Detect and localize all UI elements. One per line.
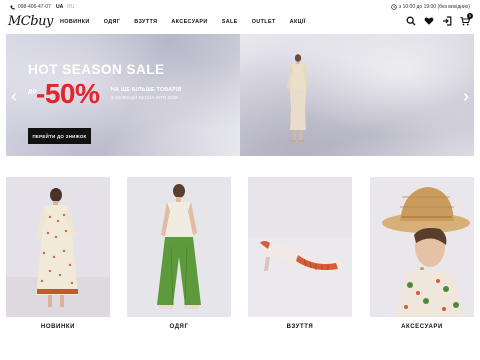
hero-subtitle: НА ЩЕ БІЛЬШЕ ТОВАРІВ <box>111 87 182 93</box>
category-image-new <box>6 177 110 317</box>
wishlist-button[interactable] <box>424 16 434 26</box>
utility-bar: 098-406-47-07 UA RU з 10:00 до 19:00 (бе… <box>0 0 480 13</box>
phone-contact[interactable]: 098-406-47-07 <box>10 4 51 10</box>
hero-right-panel <box>240 34 474 156</box>
cart-count-badge: 0 <box>467 13 473 19</box>
category-card-clothing[interactable]: ОДЯГ <box>127 177 231 337</box>
category-label-accessories: АКСЕСУАРИ <box>401 324 443 330</box>
category-label-shoes: ВЗУТТЯ <box>286 324 314 330</box>
hero-title: HOT SEASON SALE <box>28 62 165 77</box>
main-nav: НОВИНКИ ОДЯГ ВЗУТТЯ АКСЕСУАРИ SALE OUTLE… <box>60 19 306 25</box>
logo-text: MCbuy <box>8 14 53 29</box>
login-button[interactable] <box>442 16 452 26</box>
category-label-new: НОВИНКИ <box>40 324 76 330</box>
hero-collection-note: З КОЛЕКЦІЙ ВЕСНА-ЛІТО 2025 <box>111 95 178 100</box>
nav-item-accessories[interactable]: АКСЕСУАРИ <box>171 19 207 25</box>
hero-model-image <box>287 54 308 142</box>
nav-item-shoes[interactable]: ВЗУТТЯ <box>134 19 157 25</box>
logo[interactable]: MCbuy <box>8 14 53 29</box>
nav-item-promotions[interactable]: АКЦІЇ <box>290 19 306 25</box>
hero-discount-percent: -50% <box>36 78 100 109</box>
main-header: MCbuy НОВИНКИ ОДЯГ ВЗУТТЯ АКСЕСУАРИ SALE… <box>0 13 480 32</box>
category-card-new[interactable]: НОВИНКИ <box>6 177 110 337</box>
category-image-clothing <box>127 177 231 317</box>
category-image-shoes <box>248 177 352 317</box>
cart-button[interactable]: 0 <box>460 13 473 26</box>
language-switcher: UA RU <box>56 4 74 10</box>
clock-icon <box>391 4 397 10</box>
phone-icon <box>10 5 15 10</box>
heart-icon <box>424 17 434 25</box>
phone-number[interactable]: 098-406-47-07 <box>18 4 51 10</box>
search-button[interactable] <box>406 16 416 26</box>
hero-banner[interactable]: HOT SEASON SALE до -50% НА ЩЕ БІЛЬШЕ ТОВ… <box>6 34 474 156</box>
category-label-clothing: ОДЯГ <box>169 324 189 330</box>
category-image-accessories <box>370 177 474 317</box>
nav-item-new[interactable]: НОВИНКИ <box>60 19 90 25</box>
working-hours: з 10:00 до 19:00 (без вихідних) <box>391 4 470 10</box>
lang-ru[interactable]: RU <box>67 4 74 10</box>
category-card-accessories[interactable]: АКСЕСУАРИ <box>370 177 474 337</box>
search-icon <box>406 16 416 26</box>
login-icon <box>443 16 452 26</box>
chevron-left-icon <box>11 93 17 101</box>
carousel-prev-button[interactable] <box>10 93 18 101</box>
nav-item-sale[interactable]: SALE <box>222 19 238 25</box>
category-grid: НОВИНКИ ОДЯГ ВЗУТТЯ АКСЕСУАРИ <box>6 177 474 347</box>
category-card-shoes[interactable]: ВЗУТТЯ <box>248 177 352 337</box>
hours-text: з 10:00 до 19:00 (без вихідних) <box>398 4 470 10</box>
lang-ua[interactable]: UA <box>56 4 63 10</box>
carousel-next-button[interactable] <box>462 93 470 101</box>
nav-item-clothing[interactable]: ОДЯГ <box>104 19 121 25</box>
header-icons: 0 <box>406 13 473 26</box>
nav-item-outlet[interactable]: OUTLET <box>252 19 276 25</box>
go-to-sale-button[interactable]: ПЕРЕЙТИ ДО ЗНИЖОК <box>28 128 91 144</box>
chevron-right-icon <box>463 93 469 101</box>
